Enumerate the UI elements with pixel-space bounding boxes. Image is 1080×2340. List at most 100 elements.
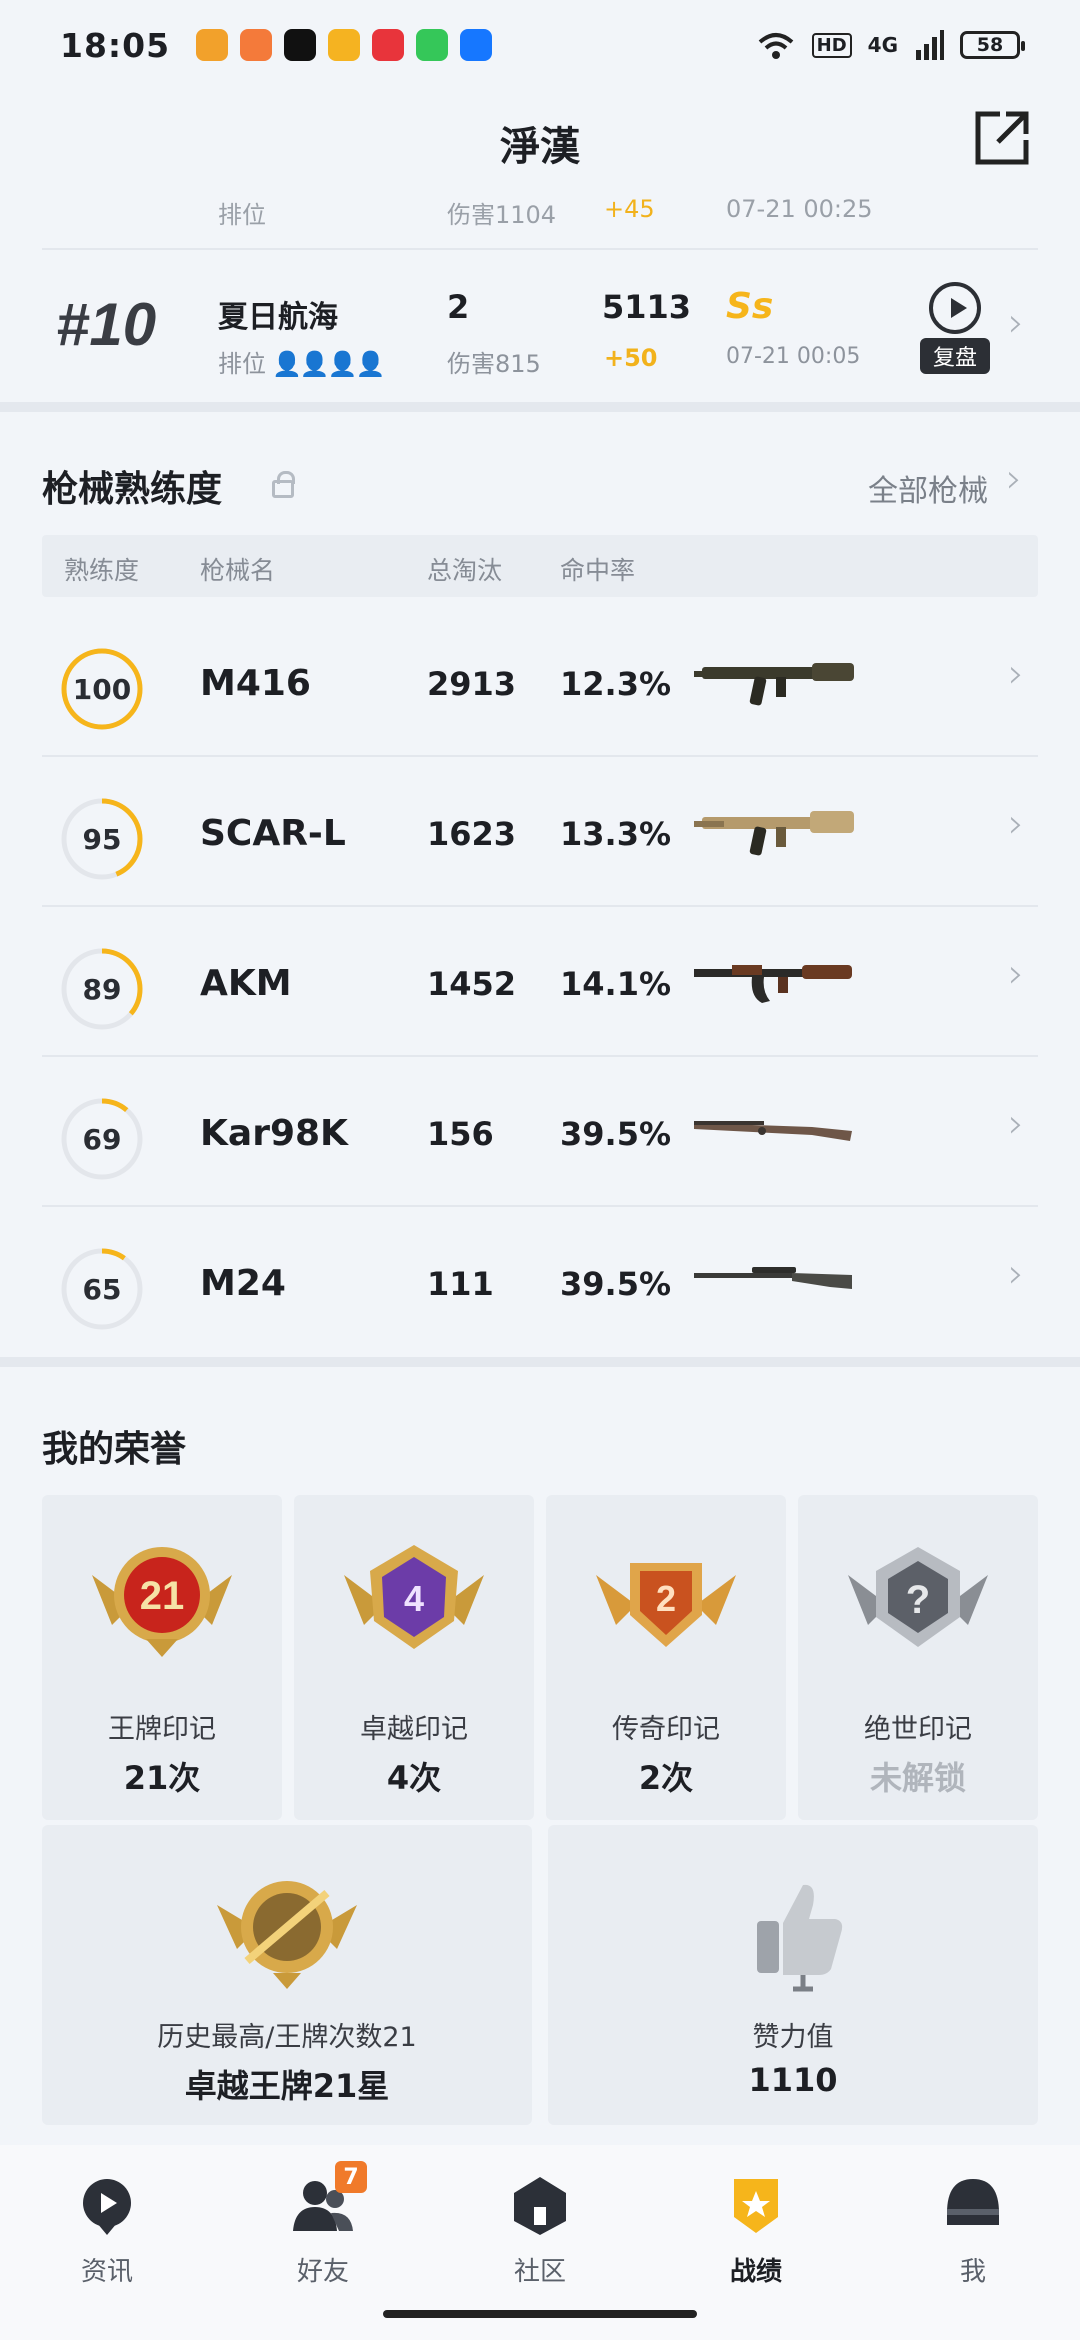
app-notification-icon <box>196 29 229 61</box>
replay-label: 复盘 <box>920 338 990 374</box>
excellent-mark-badge-icon: 4 <box>344 1545 484 1649</box>
home-indicator[interactable] <box>383 2310 697 2318</box>
chevron-right-icon: › <box>1008 1101 1024 1147</box>
honor-name: 历史最高/王牌次数21 <box>157 2022 417 2053</box>
nav-friends[interactable]: 7 好友 <box>253 2161 393 2288</box>
weapon-row[interactable]: 65 M24 111 39.5% › <box>42 1207 1038 1357</box>
ace-mark-badge-icon: 21 <box>92 1547 232 1657</box>
app-notification-icon <box>372 29 405 61</box>
hd-icon: HD <box>811 32 852 58</box>
bottom-nav: 资讯 7 好友 社区 战绩 我 <box>0 2145 1080 2340</box>
helmet-icon <box>941 2173 1005 2237</box>
weapons-section-title: 枪械熟练度 <box>42 469 223 510</box>
unmatched-mark-badge-icon: ? <box>848 1547 988 1647</box>
match-kills: 2 <box>447 288 470 326</box>
m24-rifle-icon <box>694 1267 852 1289</box>
replay-icon <box>929 282 981 334</box>
proficiency-ring: 89 <box>60 947 144 1031</box>
status-time: 18:05 <box>60 25 171 65</box>
community-icon <box>508 2173 572 2237</box>
nav-label: 我 <box>959 2257 986 2287</box>
legend-badge-number: 2 <box>656 1578 676 1619</box>
weapon-kills: 111 <box>427 1265 494 1303</box>
wifi-icon <box>758 33 793 59</box>
honor-name: 卓越印记 <box>360 1714 468 1745</box>
honor-value: 未解锁 <box>869 1759 966 1797</box>
nav-me[interactable]: 我 <box>903 2173 1043 2288</box>
thumbs-up-icon <box>757 1884 843 1992</box>
honor-card-ace[interactable]: 21 王牌印记 21次 <box>42 1495 282 1820</box>
section-divider <box>0 402 1080 412</box>
weapon-name: SCAR-L <box>200 813 346 854</box>
akm-rifle-icon <box>694 965 852 1003</box>
weapon-row[interactable]: 100 M416 2913 12.3% › <box>42 607 1038 757</box>
signal-icon <box>916 30 944 60</box>
lock-icon <box>272 471 295 498</box>
honor-value: 4次 <box>386 1759 442 1797</box>
match-mode-label: 排位 <box>218 350 266 378</box>
chevron-right-icon: › <box>1008 651 1024 697</box>
weapon-row[interactable]: 69 Kar98K 156 39.5% › <box>42 1057 1038 1207</box>
app-notification-icon <box>328 29 361 61</box>
weapon-hit-rate: 39.5% <box>560 1265 672 1303</box>
match-row-partial[interactable]: 排位 伤害1104 +45 07-21 00:25 <box>42 195 1038 250</box>
likes-card[interactable]: 赞力值 1110 <box>548 1825 1038 2125</box>
all-weapons-link[interactable]: 全部枪械 <box>868 466 988 510</box>
honor-value: 1110 <box>748 2061 838 2099</box>
proficiency-ring: 95 <box>60 797 144 881</box>
weapon-kills: 2913 <box>427 665 517 703</box>
weapon-hit-rate: 14.1% <box>560 965 672 1003</box>
col-kills: 总淘汰 <box>427 556 503 585</box>
nav-news[interactable]: 资讯 <box>37 2173 177 2288</box>
honor-value: 21次 <box>123 1759 201 1797</box>
match-grade: Ss <box>726 286 774 327</box>
honor-card-legend[interactable]: 2 传奇印记 2次 <box>546 1495 786 1820</box>
nav-label: 好友 <box>296 2257 349 2287</box>
best-rank-card[interactable]: 历史最高/王牌次数21 卓越王牌21星 <box>42 1825 532 2125</box>
chevron-right-icon: › <box>1006 456 1022 502</box>
weapon-name: AKM <box>200 963 292 1004</box>
weapons-table-header: 熟练度 枪械名 总淘汰 命中率 <box>42 535 1038 597</box>
proficiency-ring: 69 <box>60 1097 144 1181</box>
battery-level: 58 <box>976 34 1004 56</box>
chevron-right-icon: › <box>1008 951 1024 997</box>
ace-badge-number: 21 <box>140 1574 185 1618</box>
status-bar: 18:05 HD 4G 58 <box>0 0 1080 90</box>
weapon-name: M416 <box>200 663 311 704</box>
honor-name: 绝世印记 <box>864 1714 972 1745</box>
alipay-icon <box>460 29 493 61</box>
match-rank: #10 <box>56 291 157 358</box>
unmatched-badge-symbol: ? <box>906 1578 930 1622</box>
weapon-kills: 1452 <box>427 965 517 1003</box>
proficiency-value: 69 <box>82 1122 122 1156</box>
section-divider <box>0 1357 1080 1367</box>
col-proficiency: 熟练度 <box>64 556 140 585</box>
nav-stats[interactable]: 战绩 <box>686 2173 826 2288</box>
weapon-row[interactable]: 89 AKM 1452 14.1% › <box>42 907 1038 1057</box>
match-row[interactable]: #10 夏日航海 排位 👤👤👤👤 2 伤害815 5113 +50 Ss 07-2… <box>42 252 1038 402</box>
honor-card-excellent[interactable]: 4 卓越印记 4次 <box>294 1495 534 1820</box>
share-icon[interactable] <box>972 108 1032 168</box>
kar98k-rifle-icon <box>694 1121 852 1141</box>
nav-label: 战绩 <box>729 2257 782 2287</box>
proficiency-ring: 65 <box>60 1247 144 1331</box>
battery-icon: 58 <box>960 31 1025 59</box>
friends-icon: 7 <box>291 2161 367 2237</box>
honor-card-unmatched[interactable]: ? 绝世印记 未解锁 <box>798 1495 1038 1820</box>
chevron-right-icon: › <box>1008 801 1024 847</box>
proficiency-value: 95 <box>82 822 122 856</box>
partial-delta: +45 <box>604 195 655 223</box>
replay-button[interactable]: 复盘 <box>920 282 990 374</box>
proficiency-value: 65 <box>82 1272 122 1306</box>
weapon-kills: 1623 <box>427 815 517 853</box>
network-label: 4G <box>867 33 898 57</box>
col-hit-rate: 命中率 <box>560 556 636 585</box>
notification-icons <box>196 29 493 61</box>
proficiency-value: 89 <box>82 972 122 1006</box>
system-indicators: HD 4G 58 <box>756 30 1025 60</box>
weapon-kills: 156 <box>427 1115 494 1153</box>
weapon-name: M24 <box>200 1263 286 1304</box>
weapon-row[interactable]: 95 SCAR-L 1623 13.3% › <box>42 757 1038 907</box>
nav-community[interactable]: 社区 <box>470 2173 610 2288</box>
weapon-hit-rate: 12.3% <box>560 665 672 703</box>
